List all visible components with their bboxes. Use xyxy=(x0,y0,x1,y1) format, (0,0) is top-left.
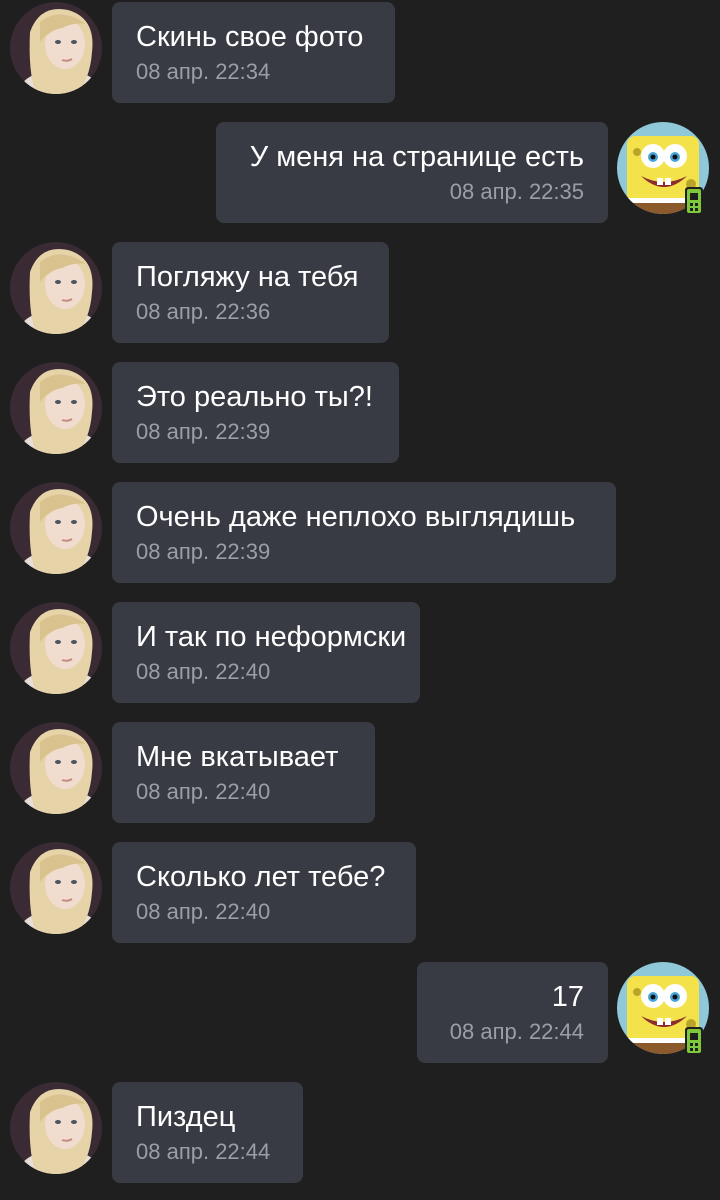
contact-avatar[interactable] xyxy=(10,362,102,454)
incoming-message-bubble[interactable]: Это реально ты?! 08 апр. 22:39 xyxy=(112,362,399,463)
message-text: Погляжу на тебя xyxy=(136,261,359,293)
message-time: 08 апр. 22:34 xyxy=(136,59,271,84)
girl-photo-icon xyxy=(10,722,102,814)
message-time: 08 апр. 22:39 xyxy=(136,539,271,564)
contact-avatar[interactable] xyxy=(10,482,102,574)
contact-avatar[interactable] xyxy=(10,722,102,814)
contact-avatar[interactable] xyxy=(10,842,102,934)
incoming-message-bubble[interactable]: Скинь свое фото 08 апр. 22:34 xyxy=(112,2,395,103)
girl-photo-icon xyxy=(10,2,102,94)
message-text: У меня на странице есть xyxy=(249,141,584,173)
girl-photo-icon xyxy=(10,602,102,694)
girl-photo-icon xyxy=(10,1082,102,1174)
message-text: Сколько лет тебе? xyxy=(136,861,386,893)
incoming-message-bubble[interactable]: Погляжу на тебя 08 апр. 22:36 xyxy=(112,242,389,343)
message-time: 08 апр. 22:36 xyxy=(136,299,271,324)
message-time: 08 апр. 22:44 xyxy=(136,1139,271,1164)
message-text: 17 xyxy=(551,981,584,1013)
message-text: Это реально ты?! xyxy=(136,381,373,413)
girl-photo-icon xyxy=(10,362,102,454)
incoming-message-bubble[interactable]: Пиздец 08 апр. 22:44 xyxy=(112,1082,303,1183)
contact-avatar[interactable] xyxy=(10,1082,102,1174)
message-time: 08 апр. 22:40 xyxy=(136,899,271,924)
message-time: 08 апр. 22:35 xyxy=(449,179,584,204)
mobile-phone-icon xyxy=(684,1026,704,1056)
incoming-message-bubble[interactable]: Очень даже неплохо выглядишь 08 апр. 22:… xyxy=(112,482,616,583)
outgoing-message-bubble[interactable]: 17 08 апр. 22:44 xyxy=(417,962,608,1063)
message-time: 08 апр. 22:40 xyxy=(136,779,271,804)
incoming-message-bubble[interactable]: Сколько лет тебе? 08 апр. 22:40 xyxy=(112,842,416,943)
message-text: Скинь свое фото xyxy=(136,21,364,53)
mobile-phone-icon xyxy=(684,186,704,216)
outgoing-message-bubble[interactable]: У меня на странице есть 08 апр. 22:35 xyxy=(216,122,608,223)
contact-avatar[interactable] xyxy=(10,242,102,334)
girl-photo-icon xyxy=(10,842,102,934)
message-time: 08 апр. 22:40 xyxy=(136,659,271,684)
message-text: Очень даже неплохо выглядишь xyxy=(136,501,576,533)
contact-avatar[interactable] xyxy=(10,602,102,694)
girl-photo-icon xyxy=(10,242,102,334)
incoming-message-bubble[interactable]: Мне вкатывает 08 апр. 22:40 xyxy=(112,722,375,823)
message-time: 08 апр. 22:39 xyxy=(136,419,271,444)
incoming-message-bubble[interactable]: И так по неформски 08 апр. 22:40 xyxy=(112,602,420,703)
contact-avatar[interactable] xyxy=(10,2,102,94)
message-text: Мне вкатывает xyxy=(136,741,339,773)
girl-photo-icon xyxy=(10,482,102,574)
message-time: 08 апр. 22:44 xyxy=(449,1019,584,1044)
message-text: И так по неформски xyxy=(136,621,407,653)
message-text: Пиздец xyxy=(136,1101,236,1133)
